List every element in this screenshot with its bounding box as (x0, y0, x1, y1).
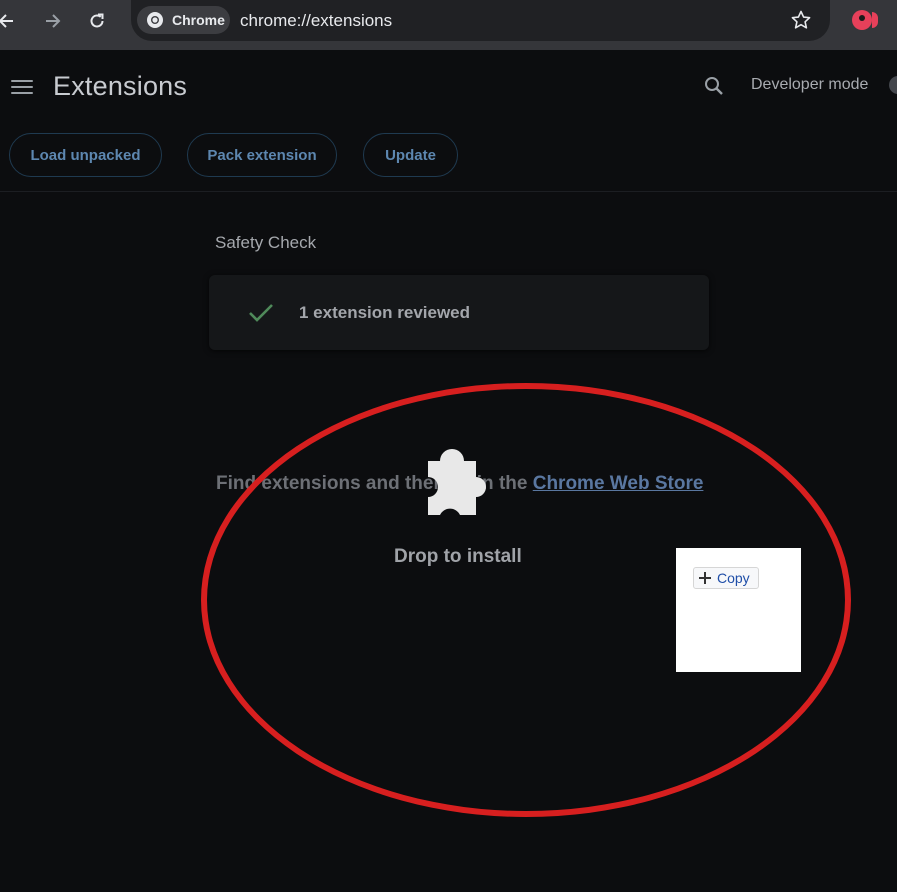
chrome-web-store-link[interactable]: Chrome Web Store (533, 473, 704, 494)
toolbar-divider (0, 191, 897, 192)
reload-icon (90, 13, 104, 28)
safety-check-heading: Safety Check (215, 233, 317, 252)
puzzle-piece-icon (428, 449, 486, 515)
back-arrow-icon (0, 14, 13, 28)
copy-button-label: Copy (717, 570, 750, 586)
developer-mode-label: Developer mode (751, 76, 869, 93)
copy-button[interactable]: Copy (693, 567, 759, 589)
hamburger-menu-icon[interactable] (11, 78, 33, 96)
load-unpacked-button[interactable]: Load unpacked (9, 133, 162, 177)
forward-arrow-icon (46, 14, 61, 28)
site-chip-label: Chrome (172, 12, 225, 28)
reload-button[interactable] (82, 6, 112, 36)
browser-toolbar: Chrome chrome://extensions (0, 0, 897, 50)
chrome-logo-icon (147, 12, 163, 28)
forward-button[interactable] (37, 6, 67, 36)
search-icon[interactable] (703, 75, 725, 97)
pack-extension-button[interactable]: Pack extension (187, 133, 337, 177)
profile-avatar-icon[interactable] (852, 10, 872, 30)
extension-icon[interactable] (872, 12, 878, 28)
drop-to-install-message: Drop to install (394, 546, 522, 567)
address-bar[interactable]: Chrome chrome://extensions (131, 0, 830, 41)
safety-check-card[interactable]: 1 extension reviewed (209, 275, 709, 350)
back-button[interactable] (0, 6, 22, 36)
url-text[interactable]: chrome://extensions (240, 11, 392, 31)
plus-icon (699, 572, 711, 584)
developer-mode-toggle[interactable] (889, 76, 897, 94)
copy-panel: Copy (676, 548, 801, 672)
checkmark-icon (249, 304, 273, 322)
page-title: Extensions (53, 71, 188, 101)
safety-check-status: 1 extension reviewed (299, 303, 471, 322)
bookmark-star-icon[interactable] (790, 9, 812, 31)
site-info-chip[interactable]: Chrome (137, 6, 230, 34)
update-button[interactable]: Update (363, 133, 458, 177)
